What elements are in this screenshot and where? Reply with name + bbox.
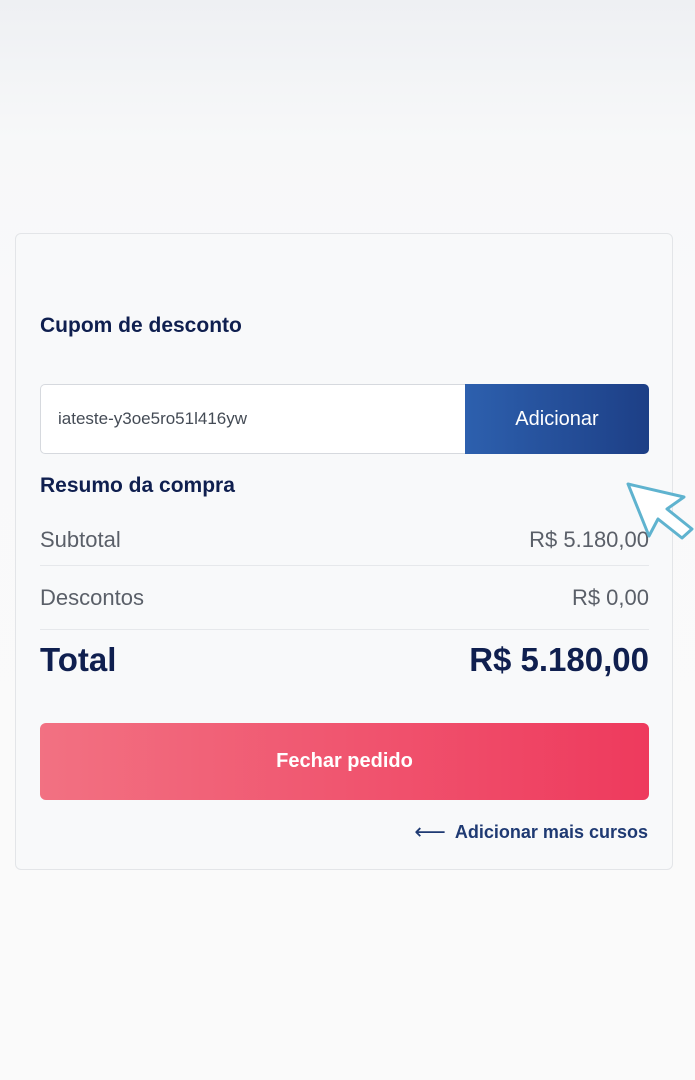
discounts-label: Descontos bbox=[40, 584, 144, 610]
order-summary-card: Cupom de desconto Adicionar Resumo da co… bbox=[15, 233, 673, 870]
add-coupon-button[interactable]: Adicionar bbox=[465, 384, 649, 454]
subtotal-value: R$ 5.180,00 bbox=[529, 526, 649, 552]
purchase-summary-title: Resumo da compra bbox=[40, 474, 235, 497]
coupon-code-input[interactable] bbox=[40, 384, 465, 454]
subtotal-row: Subtotal R$ 5.180,00 bbox=[40, 514, 649, 566]
total-row: Total R$ 5.180,00 bbox=[40, 630, 649, 690]
total-label: Total bbox=[40, 641, 117, 678]
discounts-row: Descontos R$ 0,00 bbox=[40, 566, 649, 630]
checkout-button[interactable]: Fechar pedido bbox=[40, 723, 649, 800]
add-more-courses-label: Adicionar mais cursos bbox=[454, 821, 648, 842]
coupon-form: Adicionar bbox=[40, 384, 649, 454]
coupon-section-title: Cupom de desconto bbox=[40, 314, 242, 337]
total-value: R$ 5.180,00 bbox=[469, 641, 649, 678]
add-more-courses-link[interactable]: ⟵ Adicionar mais cursos bbox=[414, 821, 648, 843]
subtotal-label: Subtotal bbox=[40, 526, 121, 552]
arrow-left-icon: ⟵ bbox=[414, 819, 446, 844]
discounts-value: R$ 0,00 bbox=[571, 584, 649, 610]
